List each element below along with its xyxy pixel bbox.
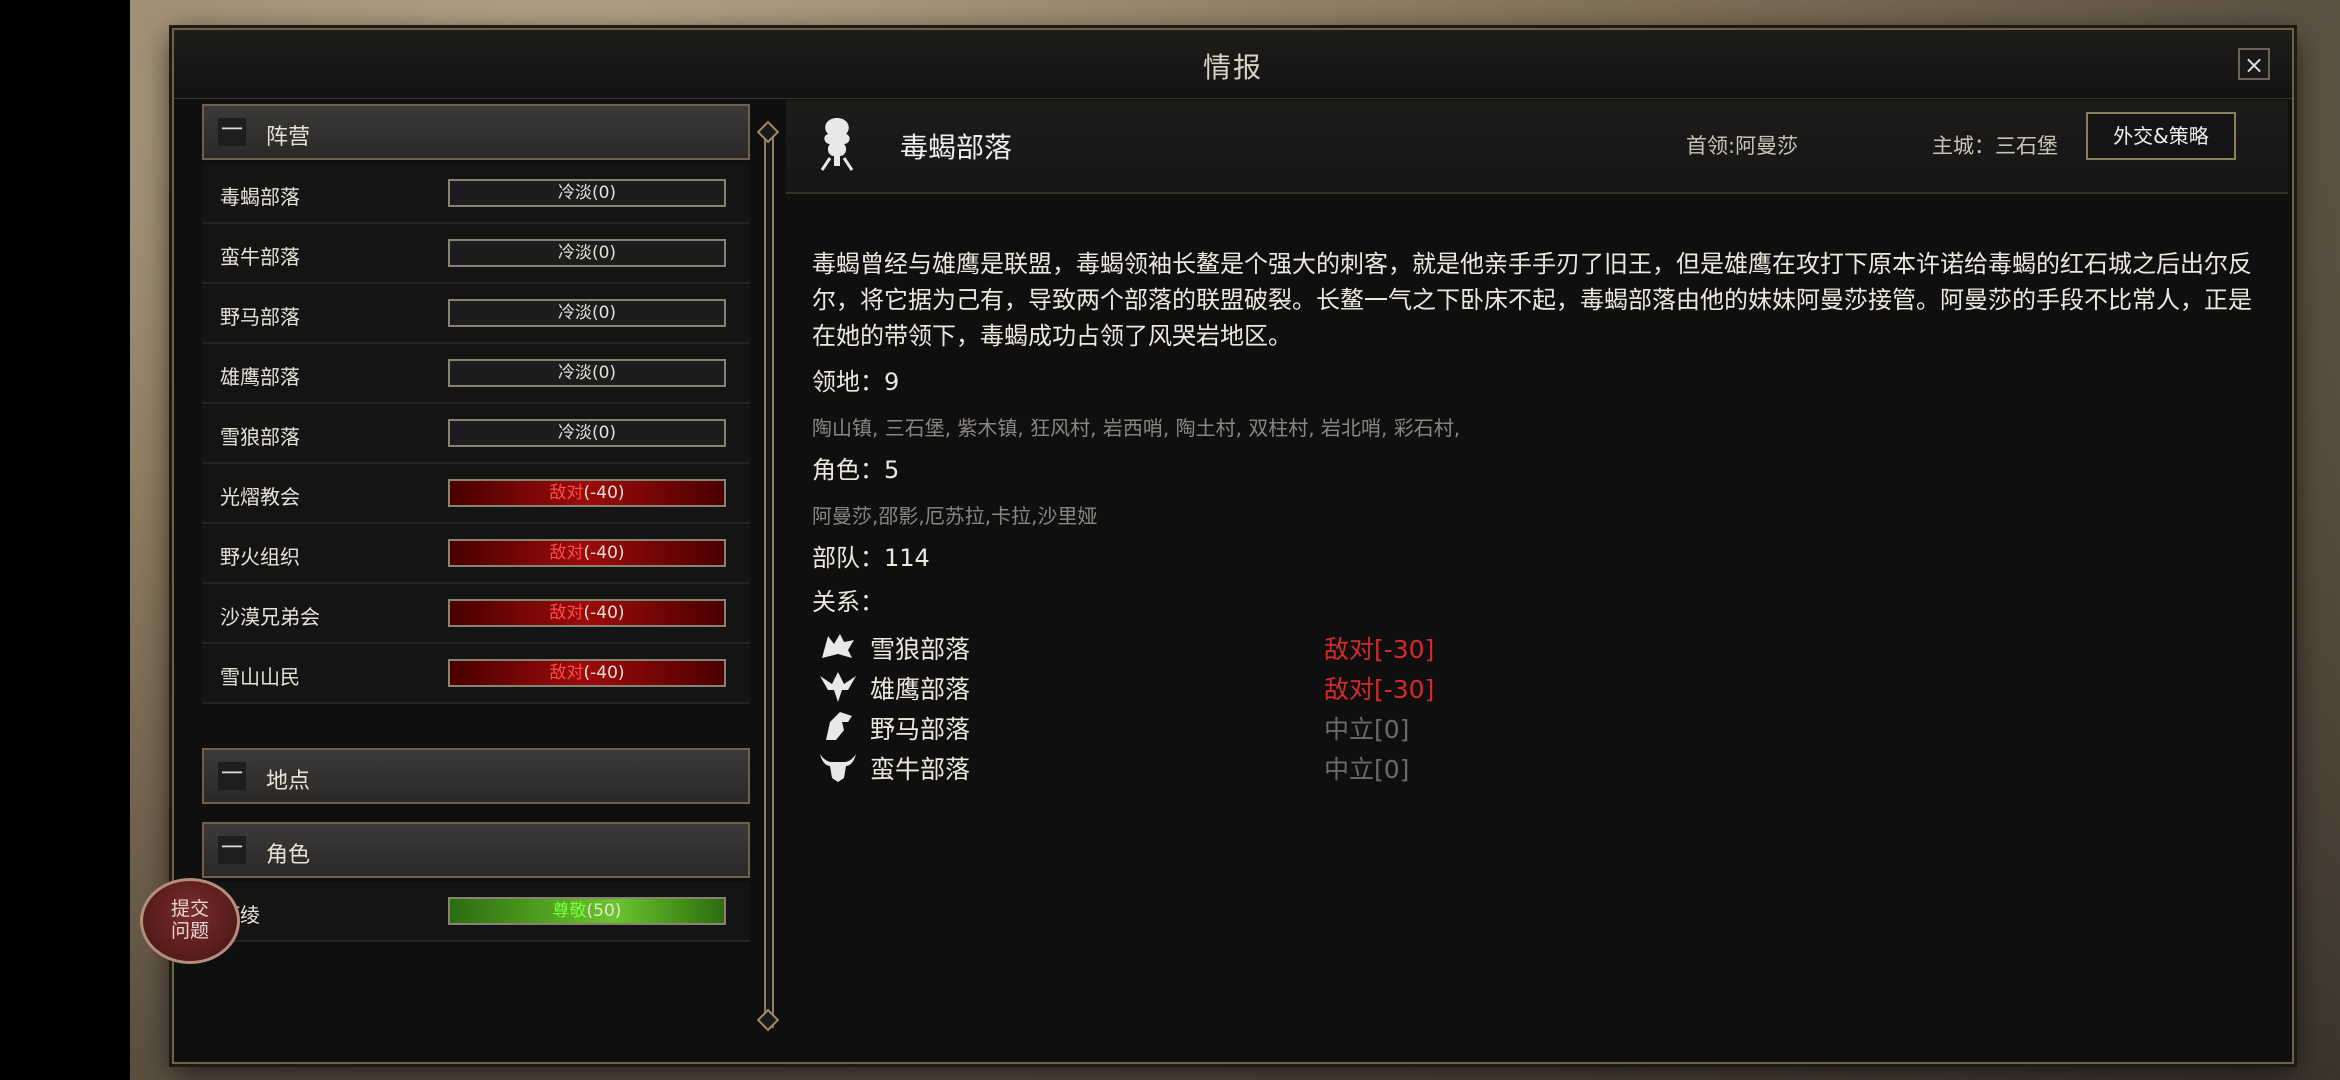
intel-window: 情报 × 一 阵营 毒蝎部落 冷淡(0) 蛮牛部落 冷淡(0) 野马部落 冷淡(… bbox=[172, 28, 2294, 1064]
troops-count: 部队：114 bbox=[812, 544, 930, 572]
faction-name: 雄鹰部落 bbox=[220, 365, 300, 389]
relation-status: 中立[0] bbox=[1324, 715, 1410, 744]
relation-bar: 冷淡(0) bbox=[448, 179, 726, 207]
collapse-icon: 一 bbox=[218, 762, 246, 790]
list-scrollbar[interactable] bbox=[764, 128, 774, 1028]
relation-value: (0) bbox=[591, 243, 617, 263]
territory-count: 领地：9 bbox=[812, 368, 900, 396]
relation-value: (-40) bbox=[583, 603, 625, 623]
eagle-icon bbox=[820, 672, 856, 702]
faction-name: 毒蝎部落 bbox=[220, 185, 300, 209]
relation-faction-name: 野马部落 bbox=[870, 715, 971, 744]
relation-bar: 冷淡(0) bbox=[448, 239, 726, 267]
relation-value: (0) bbox=[591, 423, 617, 443]
relation-status: 敌对 bbox=[549, 543, 584, 563]
territory-list: 陶山镇, 三石堡, 紫木镇, 狂风村, 岩西哨, 陶土村, 双柱村, 岩北哨, … bbox=[812, 416, 1461, 440]
detail-header: 毒蝎部落 首领:阿曼莎 主城：三石堡 外交&策略 bbox=[786, 100, 2288, 194]
relation-status: 敌对 bbox=[549, 483, 584, 503]
relation-bar: 敌对(-40) bbox=[448, 599, 726, 627]
section-label: 角色 bbox=[266, 843, 311, 868]
character-row[interactable]: 阿绫 尊敬(50) bbox=[202, 882, 750, 942]
report-issue-button[interactable]: 提交 问题 bbox=[140, 878, 240, 964]
section-header-characters[interactable]: 一 角色 bbox=[202, 822, 750, 878]
section-header-factions[interactable]: 一 阵营 bbox=[202, 104, 750, 160]
relation-bar: 尊敬(50) bbox=[448, 897, 726, 925]
relation-row: 雪狼部落 敌对[-30] bbox=[812, 626, 1712, 666]
faction-name: 蛮牛部落 bbox=[220, 245, 300, 269]
relation-bar: 敌对(-40) bbox=[448, 659, 726, 687]
relation-row: 蛮牛部落 中立[0] bbox=[812, 746, 1712, 786]
wolf-icon bbox=[822, 634, 854, 658]
relation-bar: 冷淡(0) bbox=[448, 419, 726, 447]
relation-status: 冷淡 bbox=[557, 303, 592, 323]
section-label: 阵营 bbox=[266, 125, 311, 150]
relation-bar: 冷淡(0) bbox=[448, 299, 726, 327]
scorpion-icon bbox=[820, 118, 854, 171]
faction-name: 雪山山民 bbox=[220, 665, 300, 689]
relation-status: 敌对 bbox=[549, 663, 584, 683]
relation-status: 敌对 bbox=[549, 603, 584, 623]
relation-bar: 冷淡(0) bbox=[448, 359, 726, 387]
relation-status: 冷淡 bbox=[557, 243, 592, 263]
leader-label: 首领:阿曼莎 bbox=[1686, 134, 1799, 158]
relation-value: (50) bbox=[586, 901, 622, 921]
faction-row[interactable]: 雄鹰部落 冷淡(0) bbox=[202, 344, 750, 404]
relation-status: 冷淡 bbox=[557, 183, 592, 203]
relation-faction-name: 蛮牛部落 bbox=[870, 755, 971, 784]
relation-value: (-40) bbox=[583, 663, 625, 683]
relation-status: 尊敬 bbox=[552, 901, 587, 921]
faction-row[interactable]: 雪狼部落 冷淡(0) bbox=[202, 404, 750, 464]
category-list: 一 阵营 毒蝎部落 冷淡(0) 蛮牛部落 冷淡(0) 野马部落 冷淡(0) 雄鹰… bbox=[202, 104, 752, 1044]
faction-row[interactable]: 光熠教会 敌对(-40) bbox=[202, 464, 750, 524]
relation-bar: 敌对(-40) bbox=[448, 479, 726, 507]
relation-faction-name: 雪狼部落 bbox=[870, 635, 971, 664]
section-header-places[interactable]: 一 地点 bbox=[202, 748, 750, 804]
bull-icon bbox=[820, 754, 856, 782]
report-issue-line1: 提交 bbox=[170, 898, 209, 920]
window-titlebar: 情报 × bbox=[174, 30, 2292, 99]
relation-bar: 敌对(-40) bbox=[448, 539, 726, 567]
report-issue-line2: 问题 bbox=[170, 920, 209, 942]
scrollbar-bottom-cap bbox=[756, 1008, 780, 1032]
relation-value: (-40) bbox=[583, 543, 625, 563]
section-label: 地点 bbox=[266, 769, 311, 794]
relation-status: 冷淡 bbox=[557, 423, 592, 443]
relation-value: (-40) bbox=[583, 483, 625, 503]
faction-name: 雪狼部落 bbox=[220, 425, 300, 449]
faction-row[interactable]: 雪山山民 敌对(-40) bbox=[202, 644, 750, 704]
capital-label: 主城：三石堡 bbox=[1932, 134, 2058, 158]
horse-icon bbox=[826, 712, 852, 740]
relation-value: (0) bbox=[591, 303, 617, 323]
faction-name: 野马部落 bbox=[220, 305, 300, 329]
faction-row[interactable]: 蛮牛部落 冷淡(0) bbox=[202, 224, 750, 284]
faction-row[interactable]: 毒蝎部落 冷淡(0) bbox=[202, 164, 750, 224]
faction-row[interactable]: 沙漠兄弟会 敌对(-40) bbox=[202, 584, 750, 644]
relation-status: 敌对[-30] bbox=[1324, 675, 1435, 704]
faction-name: 光熠教会 bbox=[220, 485, 300, 509]
relation-row: 雄鹰部落 敌对[-30] bbox=[812, 666, 1712, 706]
window-title: 情报 bbox=[1202, 51, 1263, 84]
relation-value: (0) bbox=[591, 183, 617, 203]
roles-list: 阿曼莎,邵影,厄苏拉,卡拉,沙里娅 bbox=[812, 504, 1098, 528]
faction-detail: 毒蝎部落 首领:阿曼莎 主城：三石堡 外交&策略 毒蝎曾经与雄鹰是联盟，毒蝎领袖… bbox=[786, 100, 2288, 1060]
roles-count: 角色：5 bbox=[812, 456, 900, 484]
diplomacy-button[interactable]: 外交&策略 bbox=[2086, 112, 2236, 160]
faction-name: 野火组织 bbox=[220, 545, 300, 569]
faction-row[interactable]: 野火组织 敌对(-40) bbox=[202, 524, 750, 584]
faction-row[interactable]: 野马部落 冷淡(0) bbox=[202, 284, 750, 344]
scrollbar-top-cap bbox=[756, 120, 780, 144]
relations-heading: 关系： bbox=[812, 588, 884, 616]
relation-value: (0) bbox=[591, 363, 617, 383]
relation-status: 冷淡 bbox=[557, 363, 592, 383]
relation-faction-name: 雄鹰部落 bbox=[870, 675, 971, 704]
relation-status: 敌对[-30] bbox=[1324, 635, 1435, 664]
collapse-icon: 一 bbox=[218, 118, 246, 146]
faction-name: 沙漠兄弟会 bbox=[220, 605, 320, 629]
faction-description: 毒蝎曾经与雄鹰是联盟，毒蝎领袖长鳌是个强大的刺客，就是他亲手手刃了旧王，但是雄鹰… bbox=[812, 250, 2252, 350]
relation-status: 中立[0] bbox=[1324, 755, 1410, 784]
close-button[interactable]: × bbox=[2238, 48, 2270, 80]
relation-row: 野马部落 中立[0] bbox=[812, 706, 1712, 746]
collapse-icon: 一 bbox=[218, 836, 246, 864]
faction-title: 毒蝎部落 bbox=[900, 131, 1013, 164]
